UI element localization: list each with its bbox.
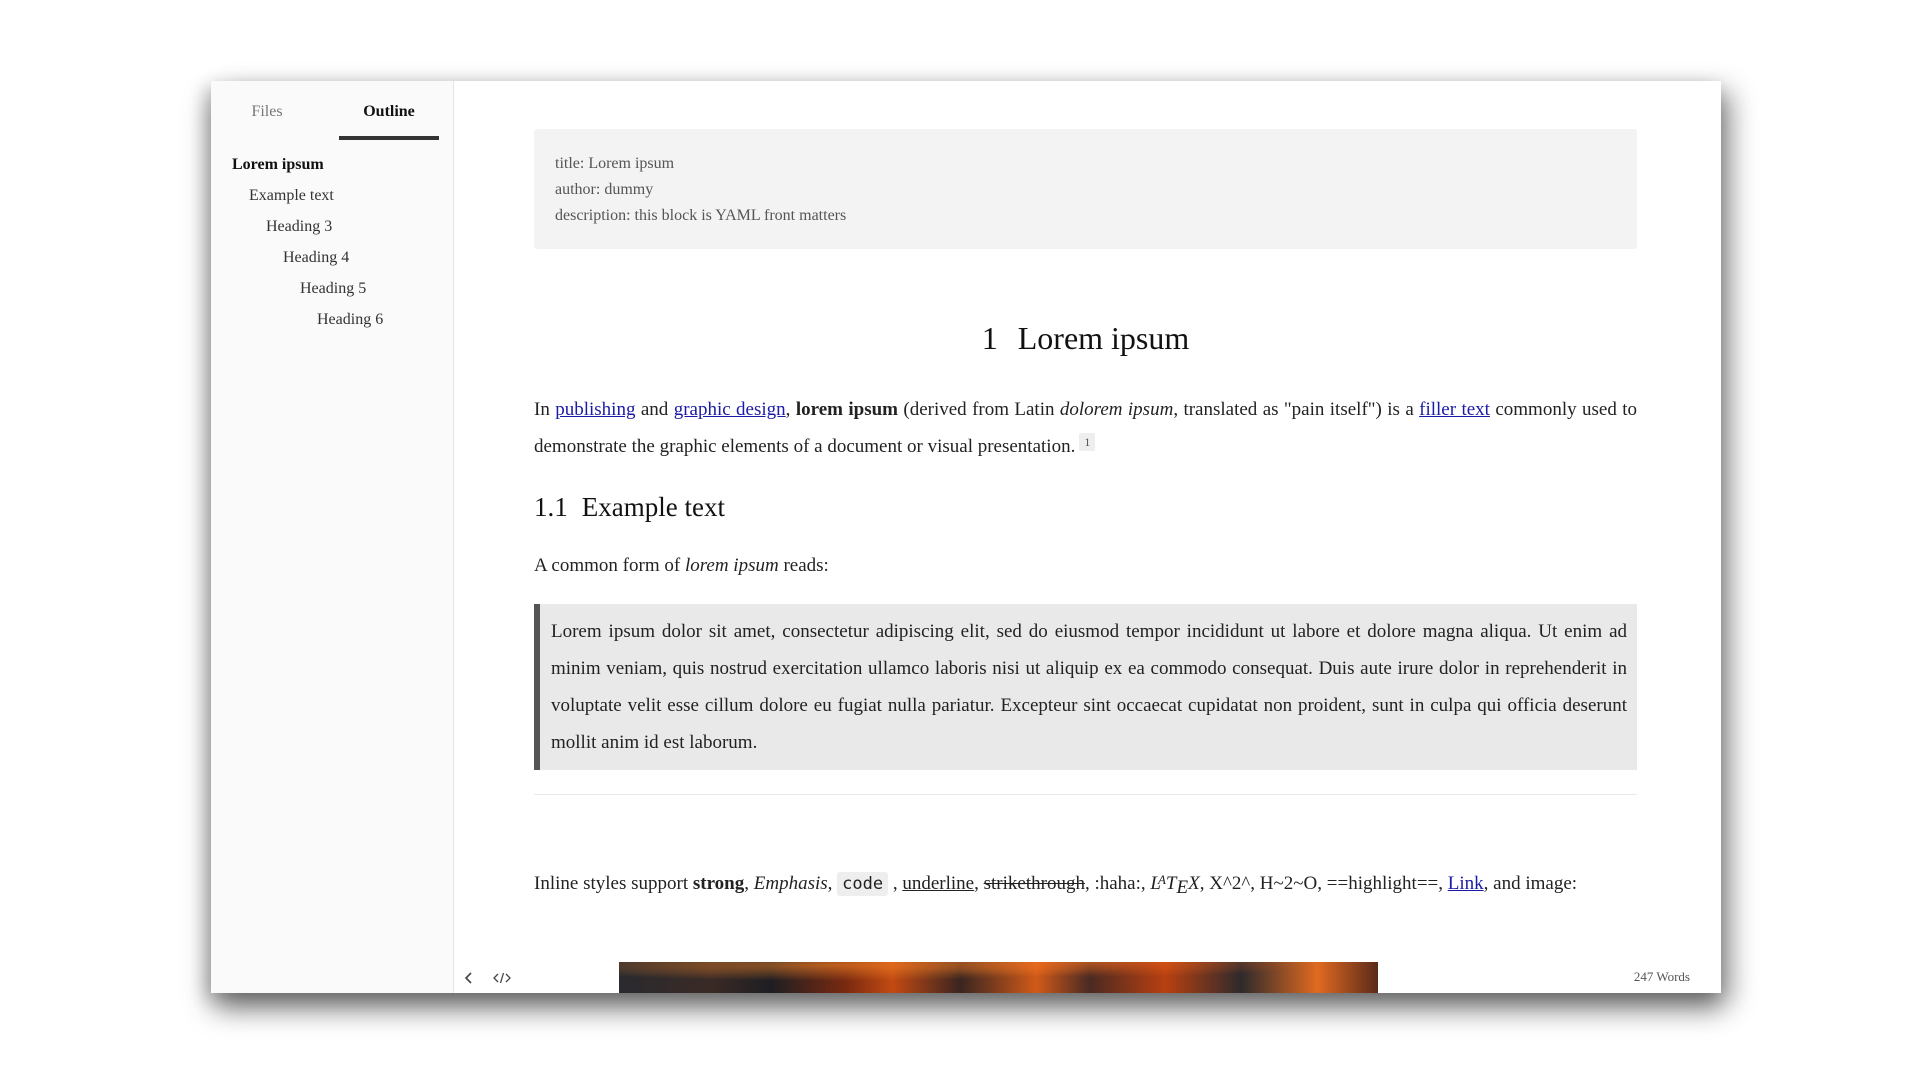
sidebar-tabs: Files Outline [211, 81, 454, 140]
link-graphic-design[interactable]: graphic design [674, 399, 786, 420]
strong-text: strong [692, 873, 745, 894]
link-publishing[interactable]: publishing [555, 399, 635, 420]
paragraph-intro: In publishing and graphic design, lorem … [534, 399, 1638, 457]
front-matter-line: author: dummy [555, 181, 654, 198]
underline-text: underline [902, 873, 975, 894]
code-icon[interactable] [491, 967, 513, 989]
tab-outline[interactable]: Outline [339, 100, 439, 140]
footnote-ref[interactable]: 1 [1079, 433, 1096, 451]
bold-text: lorem ipsum [795, 399, 898, 420]
outline-list: Lorem ipsum Example text Heading 3 Headi… [211, 149, 454, 335]
latex-logo: LATEX [1150, 872, 1200, 898]
blockquote: Lorem ipsum dolor sit amet, consectetur … [534, 604, 1637, 770]
yaml-front-matter[interactable]: title: Lorem ipsum author: dummy descrip… [534, 129, 1637, 249]
heading-text: Lorem ipsum [1017, 320, 1190, 356]
outline-item-lorem-ipsum[interactable]: Lorem ipsum [211, 149, 454, 180]
horizontal-rule [534, 794, 1637, 795]
heading-1: 1 Lorem ipsum [534, 318, 1637, 358]
outline-item-heading-4[interactable]: Heading 4 [211, 242, 454, 273]
front-matter-line: description: this block is YAML front ma… [555, 207, 847, 224]
heading-text: Example text [581, 492, 725, 522]
status-bar: 247 Words [454, 961, 1721, 993]
italic-text: dolorem ipsum [1059, 399, 1174, 420]
app-window: Files Outline Lorem ipsum Example text H… [211, 81, 1721, 993]
outline-item-heading-5[interactable]: Heading 5 [211, 273, 454, 304]
inline-code: code [837, 872, 889, 896]
outline-item-example-text[interactable]: Example text [211, 180, 454, 211]
chevron-left-icon[interactable] [458, 967, 480, 989]
italic-text: lorem ipsum [684, 555, 779, 576]
heading-2: 1.1 Example text [534, 487, 1637, 527]
paragraph-common-form: A common form of lorem ipsum reads: [534, 555, 829, 576]
editor-content[interactable]: title: Lorem ipsum author: dummy descrip… [454, 81, 1721, 993]
tab-files[interactable]: Files [231, 100, 303, 136]
strikethrough-text: strikethrough [983, 873, 1085, 894]
word-count[interactable]: 247 Words [1634, 969, 1690, 985]
heading-number: 1 [981, 320, 998, 356]
link-link[interactable]: Link [1448, 873, 1484, 894]
paragraph-inline-styles: Inline styles support strong, Emphasis, … [534, 872, 1578, 898]
outline-item-heading-3[interactable]: Heading 3 [211, 211, 454, 242]
outline-item-heading-6[interactable]: Heading 6 [211, 304, 454, 335]
front-matter-line: title: Lorem ipsum [555, 155, 675, 172]
heading-number: 1.1 [534, 492, 568, 522]
emphasis-text: Emphasis [753, 873, 828, 894]
link-filler-text[interactable]: filler text [1419, 399, 1490, 420]
sidebar: Files Outline Lorem ipsum Example text H… [211, 81, 454, 993]
document[interactable]: title: Lorem ipsum author: dummy descrip… [534, 129, 1637, 903]
